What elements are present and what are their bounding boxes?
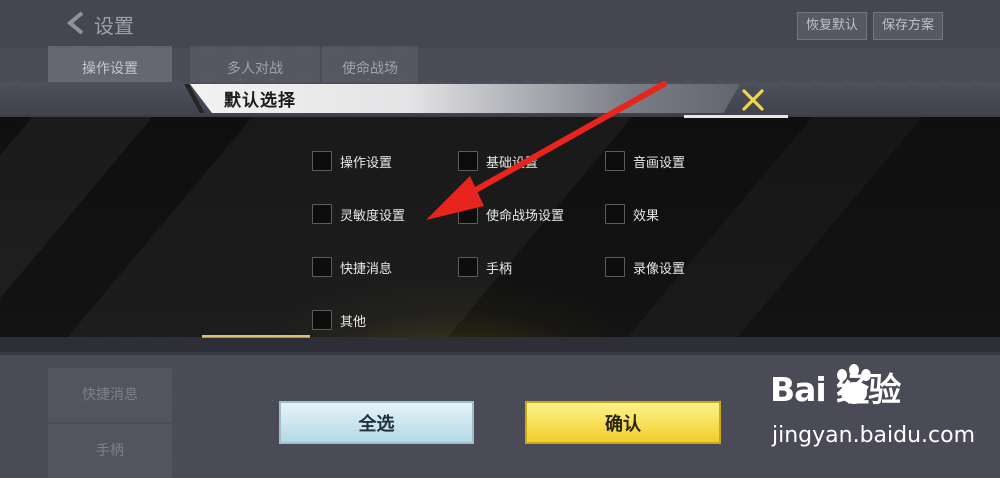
select-all-button[interactable]: 全选 xyxy=(279,401,474,444)
checkbox[interactable] xyxy=(312,151,332,171)
option-label: 其他 xyxy=(340,314,367,330)
save-scheme-button[interactable]: 保存方案 xyxy=(873,12,944,40)
dialog-title: 默认选择 xyxy=(224,91,296,111)
checkbox[interactable] xyxy=(458,257,478,277)
option-audio-video-settings[interactable]: 音画设置 xyxy=(605,149,685,173)
option-recording-settings[interactable]: 录像设置 xyxy=(605,255,685,279)
checkbox[interactable] xyxy=(312,257,332,277)
checkbox[interactable] xyxy=(312,310,332,330)
option-label: 操作设置 xyxy=(340,155,393,171)
checkbox[interactable] xyxy=(605,257,625,277)
restore-default-button[interactable]: 恢复默认 xyxy=(797,12,868,40)
option-label: 使命战场设置 xyxy=(486,208,565,224)
settings-title: 设置 xyxy=(94,14,134,38)
checkbox[interactable] xyxy=(605,151,625,171)
option-label: 基础设置 xyxy=(486,155,539,171)
checkbox[interactable] xyxy=(458,204,478,224)
watermark-url: jingyan.baidu.com xyxy=(772,423,976,448)
back-arrow-icon[interactable] xyxy=(64,10,90,36)
option-other[interactable]: 其他 xyxy=(312,308,366,332)
watermark: Bai 经验 jingyan.baidu.com xyxy=(770,363,1000,470)
option-sensitivity-settings[interactable]: 灵敏度设置 xyxy=(312,202,405,226)
checkbox[interactable] xyxy=(605,204,625,224)
option-label: 录像设置 xyxy=(633,261,686,277)
option-label: 手柄 xyxy=(486,261,513,277)
option-battlefield-settings[interactable]: 使命战场设置 xyxy=(458,202,564,226)
confirm-button[interactable]: 确认 xyxy=(525,401,721,444)
option-label: 快捷消息 xyxy=(340,261,393,277)
dialog-footer-stripe xyxy=(0,337,1000,355)
checkbox[interactable] xyxy=(458,151,478,171)
checkbox[interactable] xyxy=(312,204,332,224)
option-effects[interactable]: 效果 xyxy=(605,202,659,226)
option-label: 音画设置 xyxy=(633,155,686,171)
baidu-paw-icon xyxy=(837,364,871,404)
sidebar-item-quick-message[interactable]: 快捷消息 xyxy=(48,368,172,422)
option-controller[interactable]: 手柄 xyxy=(458,255,512,279)
option-label: 灵敏度设置 xyxy=(340,208,406,224)
option-basic-settings[interactable]: 基础设置 xyxy=(458,149,538,173)
close-x-icon[interactable] xyxy=(738,85,768,115)
option-label: 效果 xyxy=(633,208,660,224)
option-quick-message[interactable]: 快捷消息 xyxy=(312,255,392,279)
tab-indicator xyxy=(684,115,788,118)
option-operation-settings[interactable]: 操作设置 xyxy=(312,149,392,173)
